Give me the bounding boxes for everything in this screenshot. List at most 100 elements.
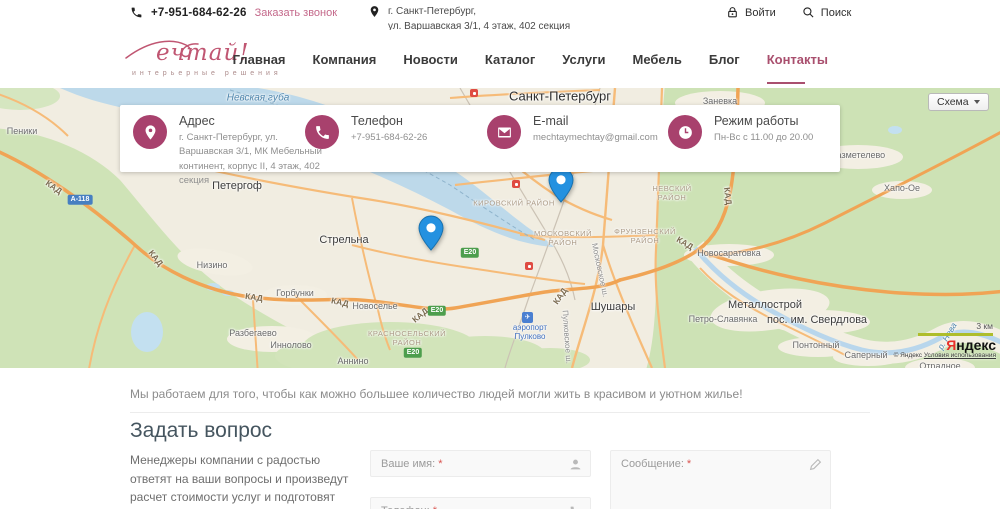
required-asterisk: * (438, 458, 442, 470)
name-placeholder: Ваше имя: (381, 458, 435, 470)
attribution-terms-link[interactable]: Условия использования (924, 352, 996, 359)
ask-question-description: Менеджеры компании с радостью ответят на… (130, 451, 364, 509)
road-badge: E20 (461, 248, 479, 258)
message-placeholder: Сообщение: (621, 458, 684, 470)
map-place-label: Отрадное (919, 361, 960, 368)
map-place-label: Хапо-Ое (884, 183, 920, 193)
name-input[interactable]: Ваше имя:* (370, 450, 591, 477)
map-place-label: аэропорт Пулково (513, 323, 547, 341)
address-line-1: г. Санкт-Петербург, (388, 5, 570, 20)
message-textarea[interactable]: Сообщение:* (610, 450, 831, 509)
login-button[interactable]: Войти (726, 6, 776, 19)
map-place-label: Новосаратовка (697, 248, 760, 258)
card-item-text: Пн-Вс с 11.00 до 20.00 (714, 131, 864, 145)
callback-link[interactable]: Заказать звонок (255, 7, 337, 19)
nav-item-4[interactable]: Каталог (485, 52, 535, 67)
lock-icon (726, 6, 739, 19)
map-canvas[interactable]: Санкт-ПетербургНевская губаПеникиПетерго… (0, 88, 1000, 368)
search-label: Поиск (821, 7, 851, 19)
map-place-label: НЕВСКИЙ РАЙОН (652, 184, 691, 202)
map-place-label: Стрельна (319, 234, 368, 246)
map-place-label: МОСКОВСКИЙ РАЙОН (534, 229, 592, 247)
nav-item-6[interactable]: Мебель (632, 52, 681, 67)
map-place-label: Понтонный (793, 340, 840, 350)
map-place-label: Низино (197, 260, 228, 270)
road-badge: А-118 (68, 195, 93, 205)
pencil-icon (809, 458, 822, 471)
header: ечтай! интерьерные решения ГлавнаяКомпан… (0, 30, 1000, 88)
map-place-label: КРАСНОСЕЛЬСКИЙ РАЙОН (368, 329, 446, 347)
map-place-label: КАД (44, 178, 64, 196)
map-place-label: КАД (551, 286, 569, 306)
map-pin-1[interactable] (548, 167, 574, 203)
map-place-label: ФРУНЗЕНСКИЙ РАЙОН (614, 227, 676, 245)
page: +7-951-684-62-26 Заказать звонок г. Санк… (0, 0, 1000, 509)
logo-subtitle: интерьерные решения (132, 70, 282, 77)
map-place-label: Иннолово (270, 340, 311, 350)
map-attribution: © Яндекс Условия использования (894, 352, 996, 359)
pin-icon (133, 115, 167, 149)
mail-icon (487, 115, 521, 149)
ask-question-title: Задать вопрос (130, 419, 272, 443)
handset-icon (569, 505, 582, 509)
map-place-label: Санкт-Петербург (509, 89, 611, 104)
nav-item-8[interactable]: Контакты (767, 52, 828, 67)
map-place-label: Горбунки (276, 288, 314, 298)
map-place-label: Шушары (591, 301, 636, 313)
road-badge: E20 (428, 306, 446, 316)
station-poi-icon (525, 262, 533, 270)
phone-input[interactable]: Телефон:* (370, 497, 591, 509)
clock-icon (668, 115, 702, 149)
map-place-label: Разбегаево (229, 328, 276, 338)
topbar: +7-951-684-62-26 Заказать звонок г. Санк… (0, 0, 1000, 30)
map-place-label: КАД (330, 295, 349, 308)
card-item-title: Телефон (351, 114, 501, 128)
map-scale-bar (918, 333, 993, 336)
nav-item-2[interactable]: Компания (313, 52, 377, 67)
search-icon (802, 6, 815, 19)
nav-item-1[interactable]: Главная (233, 52, 286, 67)
map-place-label: Аннино (338, 356, 369, 366)
map-scale-label: 3 км (976, 321, 993, 331)
map-place-label: Пулковское ш. (561, 310, 574, 364)
map-place-label: КИРОВСКИЙ РАЙОН (473, 199, 554, 208)
map-place-label: Московское ш. (590, 242, 610, 297)
map-place-label: Новоселье (352, 301, 397, 311)
map-place-label: Металлострой (728, 299, 802, 311)
yandex-logo: Яндекс (946, 337, 996, 353)
map-pin-2[interactable] (418, 215, 444, 251)
map-place-label: Петро-Славянка (689, 314, 758, 324)
nav-item-7[interactable]: Блог (709, 52, 740, 67)
map-place-label: КАД (675, 234, 695, 252)
map-place-label: КАД (245, 291, 264, 303)
card-item-title: Режим работы (714, 114, 864, 128)
map-place-label: пос. им. Свердлова (767, 314, 867, 326)
required-asterisk: * (433, 505, 437, 509)
tagline-text: Мы работаем для того, чтобы как можно бо… (130, 387, 743, 401)
phone-icon (130, 6, 143, 19)
required-asterisk: * (687, 458, 691, 470)
phone-icon (305, 115, 339, 149)
map-place-label: Невская губа (227, 93, 290, 104)
search-button[interactable]: Поиск (802, 6, 851, 19)
airport-poi-icon: ✈ (522, 312, 533, 323)
location-pin-icon (368, 5, 381, 18)
station-poi-icon (470, 89, 478, 97)
nav-item-5[interactable]: Услуги (562, 52, 605, 67)
map-type-label: Схема (937, 96, 969, 108)
login-label: Войти (745, 7, 776, 19)
contact-card: Адресг. Санкт-Петербург, ул. Варшавская … (120, 105, 840, 172)
topbar-phone-number: +7-951-684-62-26 (151, 7, 247, 19)
section-divider (130, 412, 870, 413)
attribution-copyright: © Яндекс (894, 352, 922, 359)
phone-placeholder: Телефон: (381, 505, 430, 509)
map-place-label: Саперный (845, 350, 888, 360)
map-type-button[interactable]: Схема (928, 93, 989, 111)
station-poi-icon (512, 180, 520, 188)
nav-item-3[interactable]: Новости (403, 52, 458, 67)
main-nav: Главная Компания Новости Каталог Услуги Мебел… (233, 52, 828, 67)
map-place-label: КАД (722, 187, 734, 206)
chevron-down-icon (974, 100, 980, 104)
card-item-text: +7-951-684-62-26 (351, 131, 501, 145)
person-icon (569, 458, 582, 471)
